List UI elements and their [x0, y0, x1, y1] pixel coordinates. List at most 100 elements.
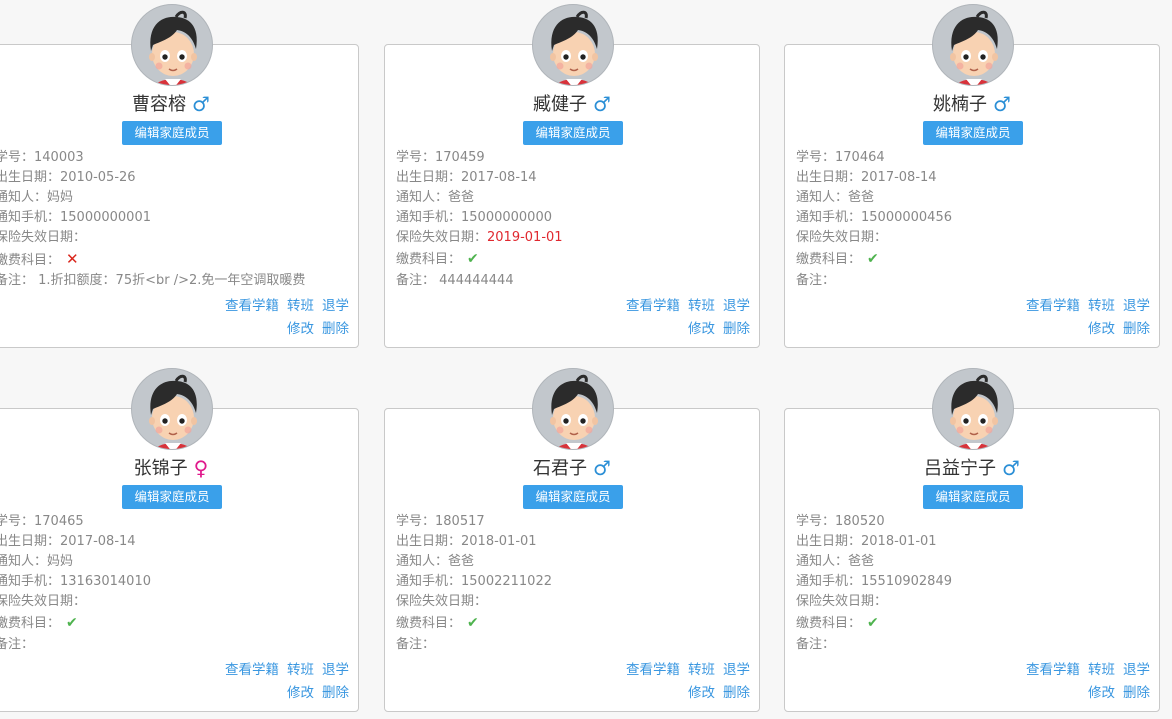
- edit-link[interactable]: 修改: [287, 321, 314, 337]
- phone-row: 通知手机：15002211022: [396, 572, 751, 592]
- edit-family-members-button[interactable]: 编辑家庭成员: [122, 485, 222, 509]
- withdraw-link[interactable]: 退学: [1123, 298, 1150, 314]
- notifier-label: 通知人：: [0, 190, 48, 205]
- birth-date-value: 2018-01-01: [461, 534, 537, 549]
- remark-row: 备注：: [796, 635, 1151, 655]
- view-record-link[interactable]: 查看学籍: [626, 298, 680, 314]
- student-avatar[interactable]: [131, 368, 213, 450]
- withdraw-link[interactable]: 退学: [322, 298, 349, 314]
- transfer-class-link[interactable]: 转班: [688, 298, 715, 314]
- phone-value: 13163014010: [60, 574, 151, 589]
- notifier-label: 通知人：: [396, 554, 449, 569]
- cross-icon: ✕: [66, 250, 79, 268]
- birth-date-row: 出生日期：2010-05-26: [0, 168, 350, 188]
- insurance-expire-row: 保险失效日期：: [796, 592, 1151, 612]
- insurance-expire-row: 保险失效日期：: [796, 228, 1151, 248]
- card-actions-primary: 查看学籍 转班 退学: [618, 658, 750, 678]
- student-name-row: 臧健子 ♂: [385, 92, 759, 117]
- student-info: 学号：170465 出生日期：2017-08-14 通知人：妈妈 通知手机：13…: [0, 512, 350, 655]
- student-name-row: 曹容榕 ♂: [0, 92, 358, 117]
- insurance-expire-label: 保险失效日期：: [796, 594, 888, 609]
- cartoon-boy-icon: [950, 374, 998, 449]
- cartoon-boy-icon: [149, 374, 197, 449]
- gender-icon: ♂: [192, 92, 210, 116]
- withdraw-link[interactable]: 退学: [1123, 662, 1150, 678]
- insurance-expire-label: 保险失效日期：: [0, 594, 87, 609]
- student-name-row: 张锦子 ♀: [0, 456, 358, 481]
- fee-subject-label: 缴费科目：: [0, 616, 61, 631]
- student-avatar[interactable]: [131, 4, 213, 86]
- student-avatar[interactable]: [932, 368, 1014, 450]
- card-actions-secondary: 修改 删除: [279, 681, 349, 701]
- edit-family-members-button[interactable]: 编辑家庭成员: [523, 485, 623, 509]
- student-no-value: 180520: [835, 514, 885, 529]
- insurance-expire-label: 保险失效日期：: [0, 230, 87, 245]
- student-avatar[interactable]: [532, 368, 614, 450]
- remark-value: 1.折扣额度：75折<br />2.免一年空调取暖费: [34, 273, 306, 288]
- birth-date-value: 2017-08-14: [60, 534, 136, 549]
- notifier-label: 通知人：: [796, 190, 849, 205]
- withdraw-link[interactable]: 退学: [322, 662, 349, 678]
- transfer-class-link[interactable]: 转班: [287, 662, 314, 678]
- edit-link[interactable]: 修改: [287, 685, 314, 701]
- transfer-class-link[interactable]: 转班: [688, 662, 715, 678]
- delete-link[interactable]: 删除: [723, 685, 750, 701]
- student-avatar[interactable]: [532, 4, 614, 86]
- phone-row: 通知手机：15000000001: [0, 208, 350, 228]
- edit-link[interactable]: 修改: [688, 685, 715, 701]
- student-no-value: 180517: [435, 514, 485, 529]
- student-name: 臧健子: [533, 94, 588, 115]
- delete-link[interactable]: 删除: [322, 685, 349, 701]
- delete-link[interactable]: 删除: [322, 321, 349, 337]
- card-actions-primary: 查看学籍 转班 退学: [618, 294, 750, 314]
- student-name: 吕益宁子: [924, 458, 997, 479]
- edit-link[interactable]: 修改: [688, 321, 715, 337]
- edit-family-members-button[interactable]: 编辑家庭成员: [122, 121, 222, 145]
- edit-link[interactable]: 修改: [1088, 321, 1115, 337]
- remark-row: 备注：: [796, 271, 1151, 291]
- student-card: 石君子 ♂ 编辑家庭成员 学号：180517 出生日期：2018-01-01 通知…: [384, 368, 760, 712]
- notifier-value: 爸爸: [848, 190, 875, 205]
- student-no-row: 学号：180520: [796, 512, 1151, 532]
- view-record-link[interactable]: 查看学籍: [626, 662, 680, 678]
- gender-icon: ♂: [993, 92, 1011, 116]
- notifier-label: 通知人：: [796, 554, 849, 569]
- card-actions-secondary: 修改 删除: [1080, 681, 1150, 701]
- birth-date-label: 出生日期：: [396, 170, 462, 185]
- view-record-link[interactable]: 查看学籍: [1026, 298, 1080, 314]
- transfer-class-link[interactable]: 转班: [287, 298, 314, 314]
- cartoon-boy-icon: [149, 10, 197, 85]
- phone-label: 通知手机：: [796, 574, 862, 589]
- view-record-link[interactable]: 查看学籍: [225, 298, 279, 314]
- view-record-link[interactable]: 查看学籍: [225, 662, 279, 678]
- student-no-label: 学号：: [0, 150, 35, 165]
- delete-link[interactable]: 删除: [1123, 321, 1150, 337]
- view-record-link[interactable]: 查看学籍: [1026, 662, 1080, 678]
- student-avatar[interactable]: [932, 4, 1014, 86]
- withdraw-link[interactable]: 退学: [723, 662, 750, 678]
- notifier-row: 通知人：妈妈: [0, 552, 350, 572]
- transfer-class-link[interactable]: 转班: [1088, 662, 1115, 678]
- fee-subject-label: 缴费科目：: [796, 616, 862, 631]
- delete-link[interactable]: 删除: [723, 321, 750, 337]
- edit-family-members-button[interactable]: 编辑家庭成员: [923, 485, 1023, 509]
- notifier-value: 爸爸: [848, 554, 875, 569]
- student-no-row: 学号：170464: [796, 148, 1151, 168]
- birth-date-value: 2017-08-14: [461, 170, 537, 185]
- withdraw-link[interactable]: 退学: [723, 298, 750, 314]
- notifier-row: 通知人：妈妈: [0, 188, 350, 208]
- remark-label: 备注：: [0, 273, 35, 288]
- insurance-expire-label: 保险失效日期：: [796, 230, 888, 245]
- notifier-row: 通知人：爸爸: [796, 552, 1151, 572]
- gender-icon: ♀: [193, 456, 209, 480]
- transfer-class-link[interactable]: 转班: [1088, 298, 1115, 314]
- student-info: 学号：170459 出生日期：2017-08-14 通知人：爸爸 通知手机：15…: [396, 148, 751, 291]
- edit-family-members-button[interactable]: 编辑家庭成员: [523, 121, 623, 145]
- card-actions-secondary: 修改 删除: [1080, 317, 1150, 337]
- delete-link[interactable]: 删除: [1123, 685, 1150, 701]
- edit-link[interactable]: 修改: [1088, 685, 1115, 701]
- cartoon-boy-icon: [550, 10, 598, 85]
- edit-family-members-button[interactable]: 编辑家庭成员: [923, 121, 1023, 145]
- phone-label: 通知手机：: [0, 574, 61, 589]
- notifier-row: 通知人：爸爸: [396, 552, 751, 572]
